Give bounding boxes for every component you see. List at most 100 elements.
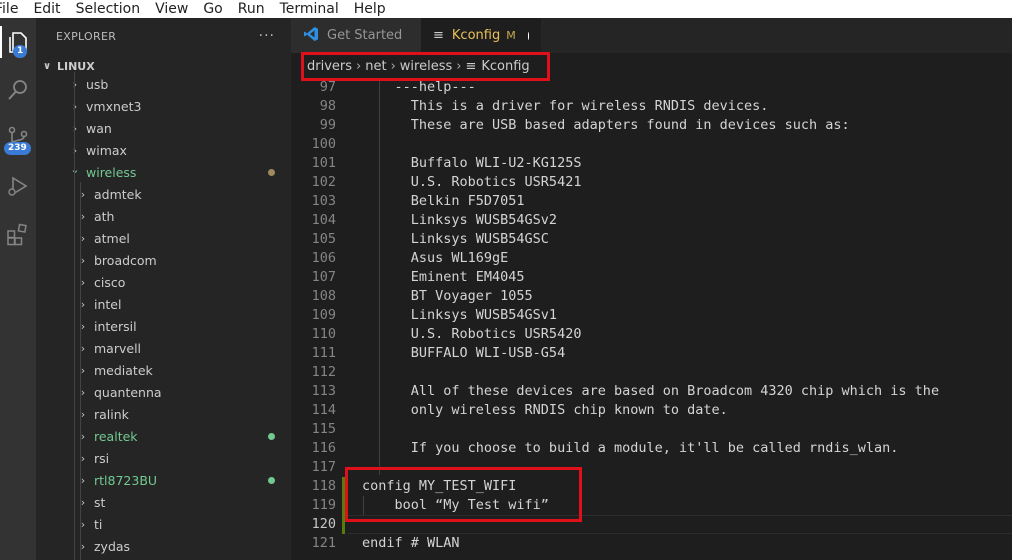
- code-text: BUFFALO WLI-USB-G54: [362, 345, 566, 361]
- code-line[interactable]: 98 This is a driver for wireless RNDIS d…: [291, 97, 1012, 116]
- menu-bar: File Edit Selection View Go Run Terminal…: [0, 0, 1012, 18]
- line-number: 115: [311, 421, 336, 437]
- code-line[interactable]: 105 Linksys WUSB54GSC: [291, 230, 1012, 249]
- code-line[interactable]: 111 BUFFALO WLI-USB-G54: [291, 344, 1012, 363]
- line-number: 101: [311, 155, 336, 171]
- code-line[interactable]: 104 Linksys WUSB54GSv2: [291, 211, 1012, 230]
- tab-label: Get Started: [327, 28, 403, 43]
- chevron-down-icon: ⌄: [70, 162, 80, 176]
- line-number: 118: [311, 478, 336, 494]
- activity-source-control[interactable]: 239: [0, 118, 36, 158]
- modified-status: M: [506, 29, 516, 42]
- menu-run[interactable]: Run: [231, 0, 273, 18]
- scm-badge: 239: [4, 142, 31, 155]
- tree-item-label: realtek: [94, 428, 138, 444]
- line-number: 112: [311, 364, 336, 380]
- line-number: 108: [311, 288, 336, 304]
- workspace-name: LINUX: [57, 59, 95, 73]
- code-text: If you choose to build a module, it'll b…: [362, 440, 899, 456]
- indent-guide: [74, 72, 75, 560]
- code-line[interactable]: 108 BT Voyager 1055: [291, 287, 1012, 306]
- code-text: This is a driver for wireless RNDIS devi…: [362, 98, 769, 114]
- tree-item-label: rtl8723BU: [94, 472, 158, 488]
- activity-extensions[interactable]: [0, 214, 36, 254]
- code-line[interactable]: 113 All of these devices are based on Br…: [291, 382, 1012, 401]
- line-number: 97: [319, 79, 336, 95]
- explorer-title: EXPLORER: [56, 29, 117, 43]
- git-status-dot-icon: [268, 169, 275, 176]
- tree-item-label: admtek: [94, 186, 142, 202]
- activity-bar: 1 239: [0, 18, 36, 560]
- line-number: 102: [311, 174, 336, 190]
- line-number: 117: [311, 459, 336, 475]
- line-number: 109: [311, 307, 336, 323]
- line-number: 111: [311, 345, 336, 361]
- code-text: only wireless RNDIS chip known to date.: [362, 402, 728, 418]
- tree-item-label: quantenna: [94, 384, 162, 400]
- menu-help[interactable]: Help: [347, 0, 394, 18]
- code-text: endif # WLAN: [362, 535, 460, 551]
- tree-item-label: intersil: [94, 318, 137, 334]
- tree-item-label: wireless: [86, 164, 137, 180]
- activity-explorer[interactable]: 1: [0, 22, 36, 62]
- code-text: U.S. Robotics USR5421: [362, 174, 582, 190]
- code-text: Buffalo WLI-U2-KG125S: [362, 155, 582, 171]
- tree-item-label: marvell: [94, 340, 142, 356]
- tree-item-label: cisco: [94, 274, 126, 290]
- explorer-badge: 1: [13, 45, 28, 58]
- code-line[interactable]: 109 Linksys WUSB54GSv1: [291, 306, 1012, 325]
- code-line[interactable]: 112: [291, 363, 1012, 382]
- code-line[interactable]: 107 Eminent EM4045: [291, 268, 1012, 287]
- more-actions-button[interactable]: ···: [259, 28, 275, 44]
- line-number: 104: [311, 212, 336, 228]
- code-line[interactable]: 115: [291, 420, 1012, 439]
- line-number: 107: [311, 269, 336, 285]
- tree-item-label: usb: [86, 76, 109, 92]
- tree-item-label: mediatek: [94, 362, 153, 378]
- code-line[interactable]: 97 ---help---: [291, 79, 1012, 97]
- tab-kconfig[interactable]: ≡ Kconfig M: [421, 18, 541, 53]
- code-line[interactable]: 100: [291, 135, 1012, 154]
- code-line[interactable]: 106 Asus WL169gE: [291, 249, 1012, 268]
- vscode-icon: [303, 26, 319, 46]
- code-line[interactable]: 116 If you choose to build a module, it'…: [291, 439, 1012, 458]
- tree-item-label: wan: [86, 120, 112, 136]
- menu-view[interactable]: View: [148, 0, 196, 18]
- code-line[interactable]: 101 Buffalo WLI-U2-KG125S: [291, 154, 1012, 173]
- extensions-icon: [7, 223, 27, 246]
- tree-item-label: broadcom: [94, 252, 157, 268]
- code-line[interactable]: 102 U.S. Robotics USR5421: [291, 173, 1012, 192]
- menu-selection[interactable]: Selection: [69, 0, 149, 18]
- editor-tabs: Get Started ≡ Kconfig M: [291, 18, 1012, 53]
- search-icon: [8, 80, 27, 100]
- menu-edit[interactable]: Edit: [26, 0, 68, 18]
- tab-get-started[interactable]: Get Started: [291, 18, 421, 53]
- line-number: 98: [319, 98, 336, 114]
- line-number: 119: [311, 497, 336, 513]
- menu-go[interactable]: Go: [196, 0, 230, 18]
- code-line[interactable]: 121 endif # WLAN: [291, 534, 1012, 553]
- menu-file[interactable]: File: [0, 0, 26, 18]
- code-text: These are USB based adapters found in de…: [362, 117, 850, 133]
- activity-search[interactable]: [0, 70, 36, 110]
- code-text: All of these devices are based on Broadc…: [362, 383, 940, 399]
- line-number: 116: [311, 440, 336, 456]
- tree-item-label: ti: [94, 516, 103, 532]
- line-number: 113: [311, 383, 336, 399]
- tree-item-label: wimax: [86, 142, 127, 158]
- code-line[interactable]: 114 only wireless RNDIS chip known to da…: [291, 401, 1012, 420]
- code-line[interactable]: 110 U.S. Robotics USR5420: [291, 325, 1012, 344]
- code-line[interactable]: 99 These are USB based adapters found in…: [291, 116, 1012, 135]
- code-text: Eminent EM4045: [362, 269, 525, 285]
- code-line[interactable]: 103 Belkin F5D7051: [291, 192, 1012, 211]
- git-status-dot-icon: [268, 433, 275, 440]
- explorer-sidebar: EXPLORER ··· ∨ LINUX › usb › vmxnet3 › wan › wi…: [36, 18, 291, 560]
- unsaved-dot-icon[interactable]: [527, 31, 529, 40]
- highlight-breadcrumb-box: [301, 52, 550, 81]
- activity-run-debug[interactable]: [0, 166, 36, 206]
- chevron-right-icon: ›: [72, 143, 78, 157]
- menu-terminal[interactable]: Terminal: [273, 0, 347, 18]
- tab-label: Kconfig: [451, 28, 501, 43]
- git-status-dot-icon: [268, 477, 275, 484]
- tree-item-label: ralink: [94, 406, 129, 422]
